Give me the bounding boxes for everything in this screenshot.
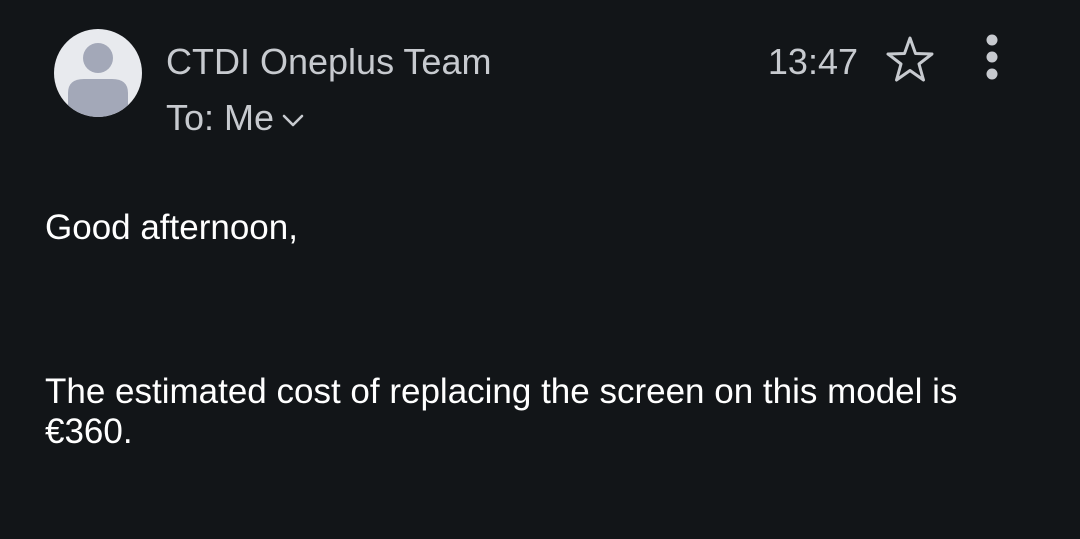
sender-name[interactable]: CTDI Oneplus Team: [166, 40, 491, 84]
email-view: CTDI Oneplus Team To: Me 13:47 Good afte…: [0, 0, 1080, 539]
email-time: 13:47: [767, 41, 858, 82]
more-options-button[interactable]: [970, 30, 1014, 90]
email-body: The estimated cost of replacing the scre…: [45, 372, 958, 451]
star-outline-icon: [886, 36, 934, 82]
recipient-toggle[interactable]: To: Me: [166, 96, 306, 140]
sender-avatar[interactable]: [54, 29, 142, 117]
recipient-label: To: Me: [166, 97, 275, 138]
email-greeting: Good afternoon,: [45, 208, 298, 247]
default-avatar-icon: [68, 43, 128, 117]
more-vertical-icon: [986, 34, 998, 80]
chevron-down-icon: [282, 114, 304, 127]
star-button[interactable]: [882, 32, 938, 88]
